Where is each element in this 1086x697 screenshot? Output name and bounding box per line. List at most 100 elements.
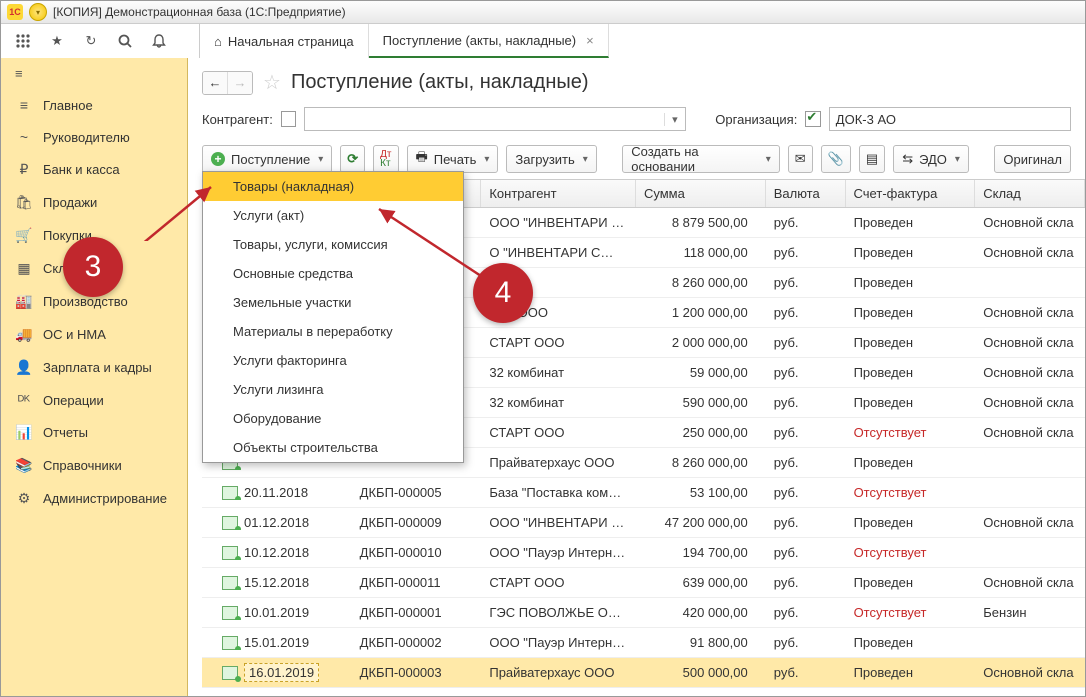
receipt-create-button[interactable]: + Поступление ▾	[202, 145, 332, 173]
cell-invoice: Проведен	[846, 215, 976, 230]
cell-currency: руб.	[766, 455, 846, 470]
cell-counterparty: ООО "ИНВЕНТАРИ С…	[481, 215, 636, 230]
cell-warehouse: Бензин	[975, 605, 1085, 620]
sidebar-item-10[interactable]: 📊Отчеты	[1, 416, 187, 449]
table-row[interactable]: 10.12.2018ДКБП-000010ООО "Пауэр Интернэ……	[202, 538, 1085, 568]
original-button[interactable]: Оригинал	[994, 145, 1071, 173]
sidebar-item-2[interactable]: ₽Банк и касса	[1, 153, 187, 186]
table-row[interactable]: 01.12.2018ДКБП-000009ООО "ИНВЕНТАРИ С…47…	[202, 508, 1085, 538]
cell-date: 10.01.2019	[202, 605, 352, 620]
create-based-label: Создать на основании	[631, 144, 758, 174]
doc-icon	[222, 636, 238, 650]
envelope-button[interactable]: ✉	[788, 145, 813, 173]
window-title: [КОПИЯ] Демонстрационная база (1С:Предпр…	[53, 5, 346, 19]
cell-counterparty: База "Поставка компл…	[481, 485, 636, 500]
nav-label: Зарплата и кадры	[43, 360, 152, 375]
history-icon[interactable]: ↻	[81, 31, 101, 51]
dropdown-item-4[interactable]: Земельные участки	[203, 288, 463, 317]
doc-icon	[222, 486, 238, 500]
cell-invoice: Проведен	[846, 305, 976, 320]
col-currency[interactable]: Валюта	[766, 180, 846, 207]
organization-combo[interactable]: ДОК-3 АО	[829, 107, 1071, 131]
cell-date: 20.11.2018	[202, 485, 352, 500]
load-button[interactable]: Загрузить ▾	[506, 145, 596, 173]
exchange-icon: ⇆	[902, 151, 913, 167]
receipt-create-label: Поступление	[231, 152, 310, 167]
nav-icon: ~	[15, 129, 33, 145]
nav-back-button[interactable]: ←	[203, 72, 228, 94]
doc-icon	[222, 546, 238, 560]
sidebar-item-0[interactable]: ≡Главное	[1, 89, 187, 121]
cell-invoice: Проведен	[846, 665, 976, 680]
dropdown-item-6[interactable]: Услуги факторинга	[203, 346, 463, 375]
cell-number: ДКБП-000005	[352, 485, 482, 500]
col-invoice[interactable]: Счет-фактура	[846, 180, 976, 207]
nav-forward-button[interactable]: →	[228, 72, 252, 94]
col-sum[interactable]: Сумма	[636, 180, 766, 207]
menu-toggle-icon[interactable]: ≡	[1, 58, 187, 89]
sidebar-item-3[interactable]: 🛍Продажи	[1, 186, 187, 219]
cell-currency: руб.	[766, 365, 846, 380]
cell-currency: руб.	[766, 545, 846, 560]
cell-invoice: Отсутствует	[846, 425, 976, 440]
apps-icon[interactable]	[13, 31, 33, 51]
doc-icon	[222, 576, 238, 590]
nav-icon: 🛒	[15, 227, 33, 244]
bell-icon[interactable]	[149, 31, 169, 51]
dropdown-item-7[interactable]: Услуги лизинга	[203, 375, 463, 404]
organization-value: ДОК-3 АО	[830, 112, 1070, 127]
counterparty-checkbox[interactable]	[281, 111, 296, 127]
tab-receipts[interactable]: Поступление (акты, накладные) ×	[369, 24, 609, 58]
edo-button[interactable]: ⇆ ЭДО ▾	[893, 145, 969, 173]
cell-sum: 639 000,00	[636, 575, 766, 590]
favorite-icon[interactable]: ★	[47, 31, 67, 51]
cell-counterparty: СТАРТ ООО	[481, 575, 636, 590]
dropdown-item-3[interactable]: Основные средства	[203, 259, 463, 288]
print-label: Печать	[434, 152, 477, 167]
col-warehouse[interactable]: Склад	[975, 180, 1085, 207]
table-row[interactable]: 20.11.2018ДКБП-000005База "Поставка комп…	[202, 478, 1085, 508]
sidebar-item-12[interactable]: ⚙Администрирование	[1, 482, 187, 515]
cell-warehouse: Основной скла	[975, 215, 1085, 230]
favorite-star-icon[interactable]: ☆	[263, 70, 281, 95]
refresh-button[interactable]: ⟳	[340, 145, 365, 173]
titlebar-dropdown-icon[interactable]: ▾	[29, 3, 47, 21]
table-row[interactable]: 16.01.2019ДКБП-000003Прайватерхаус ООО50…	[202, 658, 1085, 688]
cell-invoice: Отсутствует	[846, 485, 976, 500]
register-button[interactable]: ▤	[859, 145, 885, 173]
col-counterparty[interactable]: Контрагент	[481, 180, 636, 207]
titlebar: 1C ▾ [КОПИЯ] Демонстрационная база (1С:П…	[1, 1, 1085, 24]
sidebar-item-8[interactable]: 👤Зарплата и кадры	[1, 351, 187, 384]
dropdown-item-0[interactable]: Товары (накладная)	[203, 172, 463, 201]
cell-currency: руб.	[766, 245, 846, 260]
sidebar-item-11[interactable]: 📚Справочники	[1, 449, 187, 482]
close-icon[interactable]: ×	[586, 33, 594, 48]
organization-checkbox[interactable]	[805, 111, 820, 127]
cell-currency: руб.	[766, 665, 846, 680]
sidebar-item-1[interactable]: ~Руководителю	[1, 121, 187, 153]
attach-button[interactable]: 📎	[821, 145, 851, 173]
table-row[interactable]: 10.01.2019ДКБП-000001ГЭС ПОВОЛЖЬЕ ООО420…	[202, 598, 1085, 628]
dropdown-item-2[interactable]: Товары, услуги, комиссия	[203, 230, 463, 259]
table-row[interactable]: 15.12.2018ДКБП-000011СТАРТ ООО639 000,00…	[202, 568, 1085, 598]
create-based-button[interactable]: Создать на основании ▾	[622, 145, 780, 173]
sidebar-item-9[interactable]: ᴰᴷОперации	[1, 384, 187, 416]
search-icon[interactable]	[115, 31, 135, 51]
print-button[interactable]: 🖶 Печать ▾	[407, 145, 499, 173]
table-row[interactable]: 15.01.2019ДКБП-000002ООО "Пауэр Интернэ……	[202, 628, 1085, 658]
nav-icon: 📊	[15, 424, 33, 441]
app-logo-icon: 1C	[7, 4, 23, 20]
main-area: ← → ☆ Поступление (акты, накладные) Конт…	[188, 58, 1085, 696]
list-toolbar: + Поступление ▾ ⟳ ДтКт 🖶 Печать ▾ Загруз…	[188, 141, 1085, 179]
dropdown-item-1[interactable]: Услуги (акт)	[203, 201, 463, 230]
cell-warehouse: Основной скла	[975, 395, 1085, 410]
counterparty-combo[interactable]: ▾	[304, 107, 686, 131]
dropdown-item-8[interactable]: Оборудование	[203, 404, 463, 433]
dtkt-button[interactable]: ДтКт	[373, 145, 398, 173]
sidebar-item-7[interactable]: 🚚ОС и НМА	[1, 318, 187, 351]
tab-home[interactable]: ⌂ Начальная страница	[200, 24, 369, 58]
chevron-down-icon: ▾	[766, 154, 771, 165]
dropdown-item-9[interactable]: Объекты строительства	[203, 433, 463, 462]
dropdown-item-5[interactable]: Материалы в переработку	[203, 317, 463, 346]
cell-sum: 250 000,00	[636, 425, 766, 440]
